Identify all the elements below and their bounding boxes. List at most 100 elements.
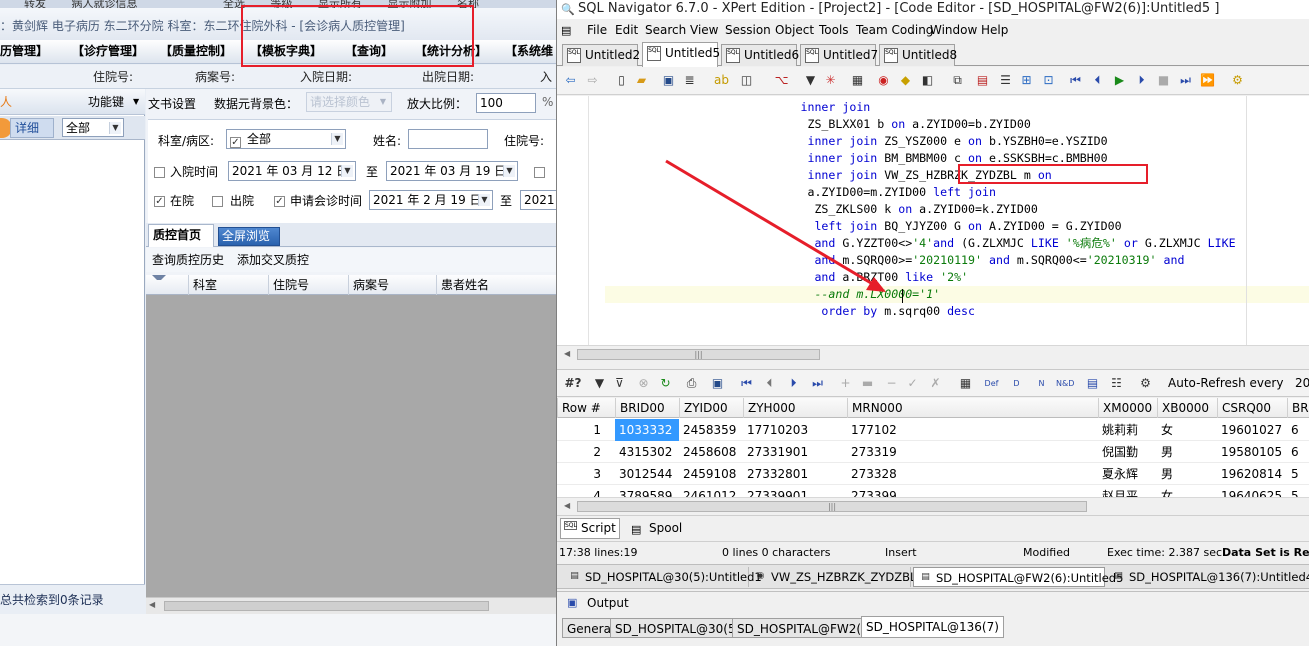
menu-object[interactable]: Object (775, 20, 814, 41)
grid-horizontal-scrollbar[interactable]: ◀ (146, 597, 556, 614)
nd-icon[interactable]: N&D (1056, 375, 1074, 392)
menu-help[interactable]: Help (981, 20, 1008, 41)
doc-settings-link[interactable]: 文书设置 (148, 95, 196, 112)
explain-icon[interactable]: ⌥ (773, 72, 790, 89)
chevron-down-icon[interactable]: ▼ (503, 165, 515, 177)
chevron-down-icon[interactable]: ▼ (478, 194, 490, 206)
table-row[interactable]: 4 3789589 2461012 27339901 273399 赵月平女 1964062… (557, 485, 1309, 497)
consult-time-checkbox[interactable]: ✓ (274, 196, 285, 207)
col-inpatient-no[interactable]: 住院号 (268, 275, 348, 295)
tab-spool[interactable]: ▤ Spool (627, 519, 682, 539)
col-case-no[interactable]: 病案号 (348, 275, 436, 295)
toolbar-item[interactable]: 转发 (24, 0, 46, 8)
side-filter-select[interactable]: 全部 ▼ (62, 118, 124, 137)
table-cell[interactable]: 4315302 (615, 441, 679, 463)
in-hospital-checkbox[interactable]: ✓ (154, 196, 165, 207)
d-icon[interactable]: D (1008, 375, 1025, 392)
table-cell[interactable]: 赵月平 (1098, 485, 1157, 497)
debug-icon[interactable]: ◧ (919, 72, 936, 89)
tab-detail[interactable]: 详细 (10, 118, 54, 138)
table-cell[interactable]: 273399 (847, 485, 1098, 497)
table-cell[interactable]: 1033332 (615, 419, 679, 441)
grid-column-header[interactable]: BRID00 (615, 398, 679, 418)
prev-row-icon[interactable]: ⏴ (761, 375, 778, 392)
filter-icon[interactable]: ▼ (802, 72, 819, 89)
filter-clear-icon[interactable]: ⊽ (611, 375, 628, 392)
table-cell[interactable]: 2458359 (679, 419, 743, 441)
table-row[interactable]: 2 4315302 2458608 27331901 273319 倪国勤男 1958010… (557, 441, 1309, 463)
extra-checkbox[interactable] (534, 167, 545, 178)
menu-file[interactable]: File (587, 20, 607, 41)
grid-column-header[interactable]: MRN000 (847, 398, 1098, 418)
admit-from-date[interactable]: 2021 年 03 月 12 日 ▼ (228, 161, 356, 181)
last-row-icon[interactable]: ⏭ (809, 375, 826, 392)
menu-system[interactable]: 【系统维 (505, 40, 553, 62)
bg-color-select[interactable]: 请选择颜色 ▼ (306, 92, 392, 112)
table-cell[interactable]: 5 (1287, 485, 1309, 497)
consult-from-date[interactable]: 2021 年 2 月 19 日 ▼ (369, 190, 493, 210)
tab-untitled6[interactable]: SQL Untitled6 (721, 44, 799, 66)
code-editor[interactable]: inner join ZS_BLXX01 b on a.ZYID00=b.ZYI… (557, 96, 1309, 345)
menu-window[interactable]: Window (930, 20, 977, 41)
table-cell[interactable]: 1 (557, 419, 615, 441)
output-tab-136[interactable]: SD_HOSPITAL@136(7) (861, 616, 1004, 638)
table-cell[interactable]: 27339901 (743, 485, 847, 497)
scroll-thumb[interactable] (164, 601, 489, 611)
compile-icon[interactable]: ⧉ (949, 72, 966, 89)
zoom-input[interactable]: 100 (476, 93, 536, 113)
table-cell[interactable]: 6 (1287, 441, 1309, 463)
doc-tab-view[interactable]: ◉ VW_ZS_HZBRZK_ZYDZBL (749, 567, 916, 587)
save-grid-icon[interactable]: ▣ (709, 375, 726, 392)
table-cell[interactable]: 6 (1287, 419, 1309, 441)
chevron-down-icon[interactable]: ▼ (341, 165, 353, 177)
auto-refresh-icon[interactable]: ⚙ (1137, 375, 1154, 392)
menu-search[interactable]: Search (645, 20, 686, 41)
cancel-icon[interactable]: ⊗ (635, 375, 652, 392)
step-back-icon[interactable]: ⏴ (1089, 72, 1106, 89)
list-icon[interactable]: ☰ (997, 72, 1014, 89)
menu-diagnosis-mgmt[interactable]: 【诊疗管理】 (72, 40, 144, 62)
menu-record-mgmt[interactable]: 历管理】 (0, 40, 48, 62)
table-cell[interactable]: 3 (557, 463, 615, 485)
table-cell[interactable]: 177102 (847, 419, 1098, 441)
back-icon[interactable]: ⇦ (562, 72, 579, 89)
output-tab-fw2[interactable]: SD_HOSPITAL@FW2(6) (732, 618, 879, 638)
cancel-edit-icon[interactable]: ✗ (927, 375, 944, 392)
scroll-left-icon[interactable]: ◀ (564, 501, 570, 510)
stop-icon[interactable]: ■ (1155, 72, 1172, 89)
clear-filter-icon[interactable]: ✳ (822, 72, 839, 89)
menu-team-coding[interactable]: Team Coding (856, 20, 933, 41)
consult-to-date[interactable]: 2021 (520, 190, 556, 210)
editor-horizontal-scrollbar[interactable]: ◀ ||| (557, 345, 1309, 363)
table-cell[interactable]: 5 (1287, 463, 1309, 485)
play-icon[interactable]: ▶ (1111, 72, 1128, 89)
doc-tab-untitled4[interactable]: ▤ SD_HOSPITAL@136(7):Untitled4 (1107, 567, 1309, 587)
highlight-icon[interactable]: ab (713, 72, 730, 89)
menu-view[interactable]: View (690, 20, 718, 41)
table-cell[interactable]: 2461012 (679, 485, 743, 497)
auto-refresh-value[interactable]: 20 (1295, 376, 1309, 390)
chevron-down-icon[interactable]: ▼ (331, 133, 343, 145)
table-cell[interactable]: 19620814 (1217, 463, 1287, 485)
table-cell[interactable]: 19601027 (1217, 419, 1287, 441)
table-cell[interactable]: 夏永辉 (1098, 463, 1157, 485)
table-cell[interactable]: 女 (1157, 485, 1217, 497)
grid-column-header[interactable]: Row # (557, 398, 615, 418)
save-icon[interactable]: ▣ (660, 72, 677, 89)
delete-row-icon[interactable]: − (883, 375, 900, 392)
grid-column-header[interactable]: ZYID00 (679, 398, 743, 418)
tab-script[interactable]: SQL Script (560, 518, 620, 539)
tab-qc-home[interactable]: 质控首页 (148, 224, 214, 247)
first-icon[interactable]: ⏮ (1067, 72, 1084, 89)
function-key-button[interactable]: 功能键 (88, 89, 124, 115)
table-cell[interactable]: 倪国勤 (1098, 441, 1157, 463)
chevron-down-icon[interactable]: ▼ (377, 96, 389, 108)
last-icon[interactable]: ⏩ (1199, 72, 1216, 89)
menu-edit[interactable]: Edit (615, 20, 638, 41)
table-cell[interactable]: 姚莉莉 (1098, 419, 1157, 441)
open-folder-icon[interactable]: ▰ (633, 72, 650, 89)
breakpoint-icon[interactable]: ◆ (897, 72, 914, 89)
run-icon[interactable]: ⊡ (1040, 72, 1057, 89)
col-patient-name[interactable]: 患者姓名 (436, 275, 556, 295)
col-dept[interactable]: 科室 (188, 275, 268, 295)
